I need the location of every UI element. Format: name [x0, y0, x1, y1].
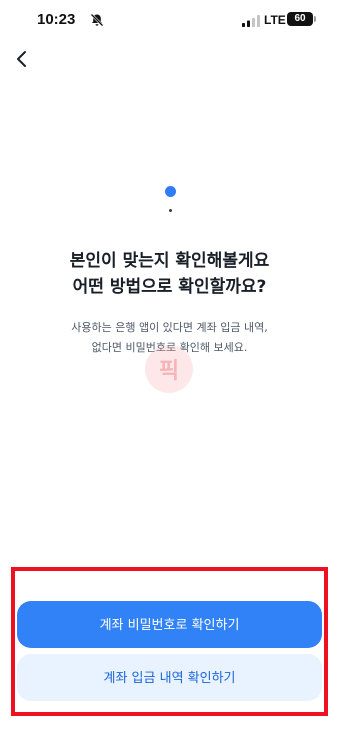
loading-dot-large	[165, 186, 176, 197]
highlight-box	[11, 567, 328, 716]
title-line-2: 어떤 방법으로 확인할까요?	[72, 277, 267, 297]
status-time: 10:23	[37, 11, 76, 28]
chevron-left-icon	[17, 51, 26, 67]
network-type: LTE	[264, 13, 286, 27]
signal-bars-icon	[242, 15, 260, 27]
battery-tip	[314, 16, 316, 22]
back-button[interactable]	[10, 47, 34, 71]
watermark-text: 픽	[158, 359, 180, 384]
page-title: 본인이 맞는지 확인해볼게요 어떤 방법으로 확인할까요?	[0, 248, 339, 300]
status-bar: 10:23 LTE 60	[0, 0, 339, 44]
loading-dot-small	[169, 209, 172, 212]
subtitle-line-1: 사용하는 은행 앱이 있다면 계좌 입금 내역,	[71, 321, 268, 334]
bell-off-icon	[90, 13, 104, 27]
watermark-logo: 픽	[145, 345, 193, 393]
title-line-1: 본인이 맞는지 확인해볼게요	[69, 251, 270, 271]
battery-indicator: 60	[287, 12, 313, 26]
screen: 10:23 LTE 60 본인이 맞는지 확인해볼게요 어떤 방법으로 확인할까…	[0, 0, 339, 730]
